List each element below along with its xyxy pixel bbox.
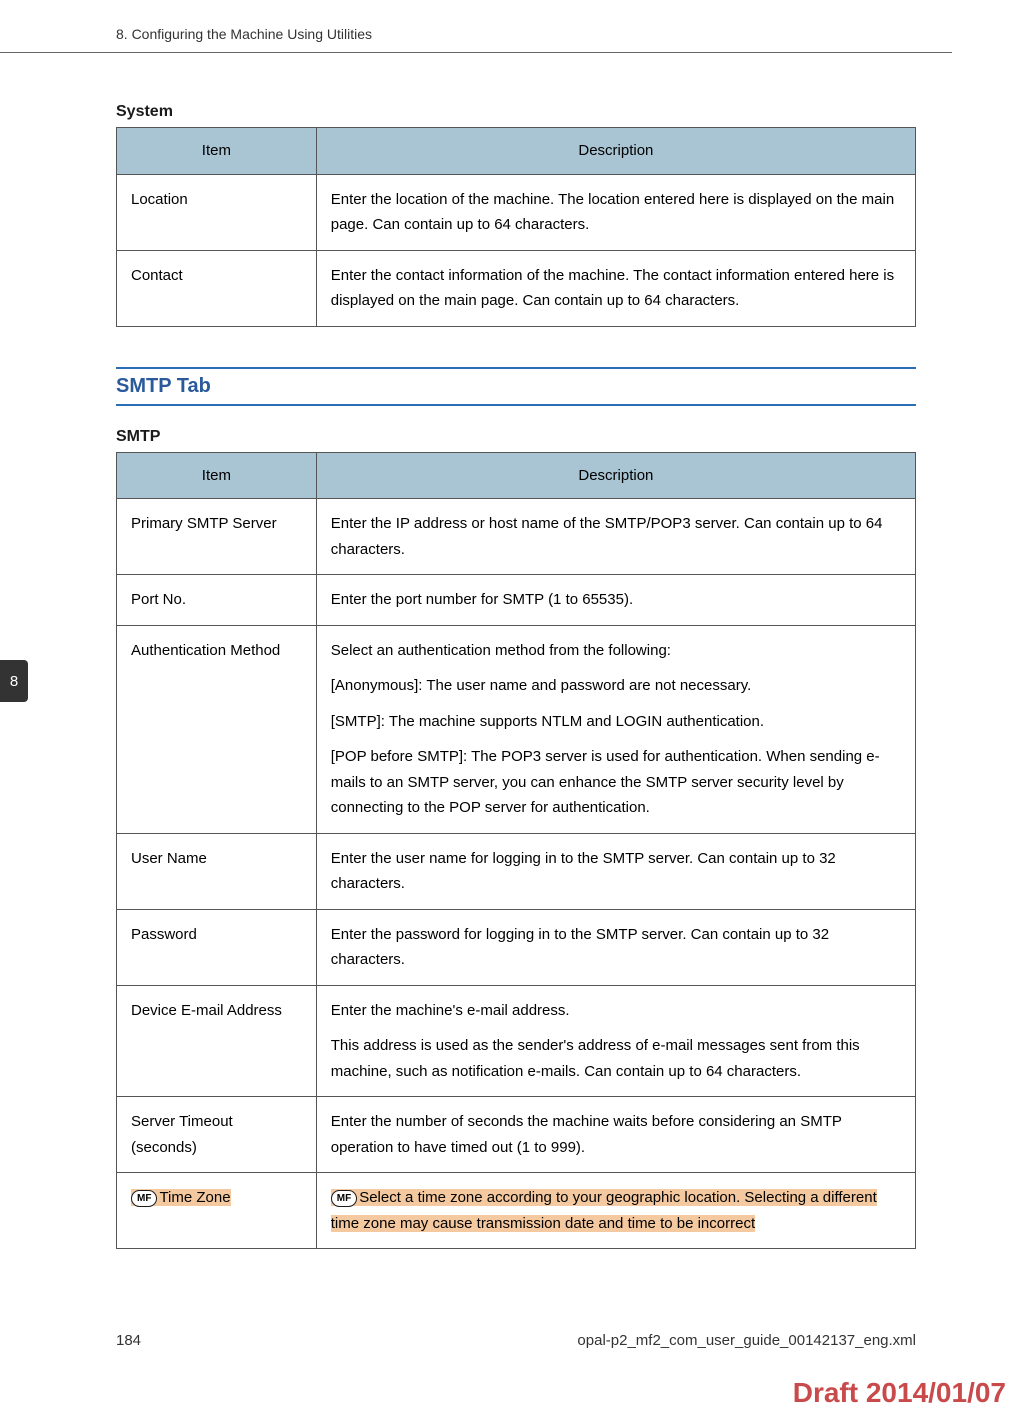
smtp-table: Item Description Primary SMTP Server Ent…: [116, 452, 916, 1250]
table-header-item: Item: [117, 128, 317, 175]
table-header-description: Description: [316, 452, 915, 499]
desc-cell: Enter the port number for SMTP (1 to 655…: [316, 575, 915, 626]
item-cell: Port No.: [117, 575, 317, 626]
table-row: Primary SMTP Server Enter the IP address…: [117, 499, 916, 575]
draft-stamp: Draft 2014/01/07: [793, 1377, 1006, 1409]
section-heading-smtp-tab: SMTP Tab: [116, 367, 916, 406]
desc-cell: Select an authentication method from the…: [316, 625, 915, 833]
desc-cell: Enter the number of seconds the machine …: [316, 1097, 915, 1173]
item-cell: Authentication Method: [117, 625, 317, 833]
page-header: 8. Configuring the Machine Using Utiliti…: [0, 0, 952, 53]
source-filename: opal-p2_mf2_com_user_guide_00142137_eng.…: [577, 1332, 916, 1349]
table-row: MFTime Zone MFSelect a time zone accordi…: [117, 1173, 916, 1249]
table-row: Device E-mail Address Enter the machine'…: [117, 985, 916, 1097]
desc-cell: Enter the IP address or host name of the…: [316, 499, 915, 575]
system-table: Item Description Location Enter the loca…: [116, 127, 916, 327]
desc-cell: Enter the user name for logging in to th…: [316, 833, 915, 909]
system-table-title: System: [116, 103, 916, 121]
table-row: Port No. Enter the port number for SMTP …: [117, 575, 916, 626]
item-cell: User Name: [117, 833, 317, 909]
table-row: Password Enter the password for logging …: [117, 909, 916, 985]
table-header-description: Description: [316, 128, 915, 175]
item-cell: MFTime Zone: [117, 1173, 317, 1249]
item-cell: Server Timeout (seconds): [117, 1097, 317, 1173]
desc-cell: Enter the contact information of the mac…: [316, 250, 915, 326]
page-footer: 184 opal-p2_mf2_com_user_guide_00142137_…: [0, 1332, 1032, 1349]
table-row: Location Enter the location of the machi…: [117, 174, 916, 250]
page-number: 184: [116, 1332, 141, 1349]
item-cell: Location: [117, 174, 317, 250]
smtp-table-title: SMTP: [116, 428, 916, 446]
chapter-title: 8. Configuring the Machine Using Utiliti…: [116, 26, 372, 42]
table-header-item: Item: [117, 452, 317, 499]
chapter-tab-marker: 8: [0, 660, 28, 702]
table-row: Server Timeout (seconds) Enter the numbe…: [117, 1097, 916, 1173]
desc-cell: Enter the location of the machine. The l…: [316, 174, 915, 250]
item-cell: Password: [117, 909, 317, 985]
item-cell: Device E-mail Address: [117, 985, 317, 1097]
mf-badge-icon: MF: [331, 1190, 357, 1207]
desc-cell: Enter the password for logging in to the…: [316, 909, 915, 985]
item-cell: Primary SMTP Server: [117, 499, 317, 575]
item-cell: Contact: [117, 250, 317, 326]
content-area: System Item Description Location Enter t…: [0, 53, 1032, 1249]
mf-badge-icon: MF: [131, 1190, 157, 1207]
table-row: Contact Enter the contact information of…: [117, 250, 916, 326]
table-row: User Name Enter the user name for loggin…: [117, 833, 916, 909]
desc-cell: MFSelect a time zone according to your g…: [316, 1173, 915, 1249]
table-row: Authentication Method Select an authenti…: [117, 625, 916, 833]
desc-cell: Enter the machine's e-mail address. This…: [316, 985, 915, 1097]
